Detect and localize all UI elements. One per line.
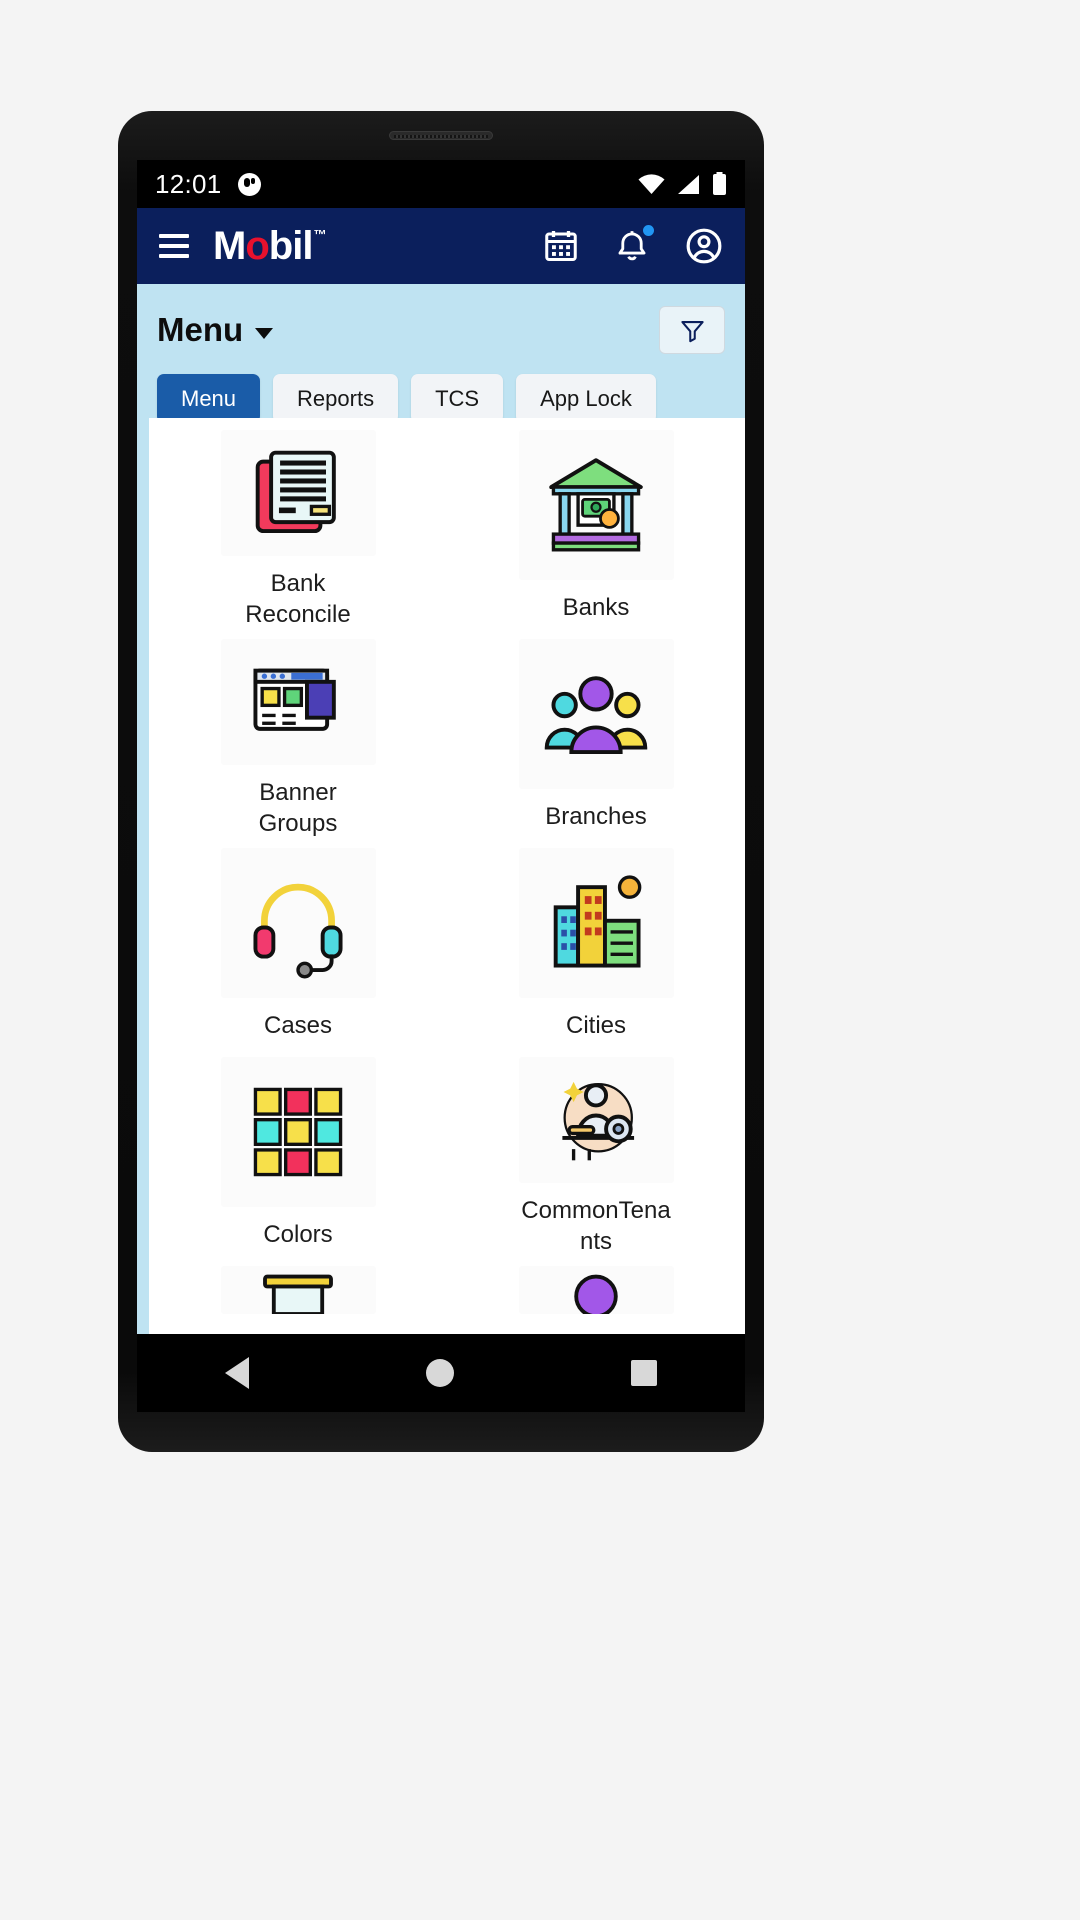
page-title: Menu	[157, 311, 244, 348]
brand-logo-mobil: Mo bil ™	[213, 223, 326, 269]
hamburger-menu-icon[interactable]	[159, 234, 189, 258]
banner-groups-icon	[220, 639, 376, 765]
filter-funnel-icon	[680, 320, 704, 342]
subheader-top-row: Menu	[157, 306, 725, 354]
subheader: Menu Menu Reports TCS App Lock	[137, 284, 745, 423]
status-bar-left-icons	[237, 172, 261, 196]
menu-item-partial-9[interactable]	[447, 1258, 745, 1318]
menu-item-label: Cases	[263, 1012, 333, 1039]
notification-badge	[642, 224, 655, 237]
menu-grid-scroll-area[interactable]: Bank Reconcile Banks Banner Groups Branc…	[137, 418, 745, 1334]
recents-square-icon[interactable]	[630, 1360, 657, 1386]
wifi-icon	[638, 173, 665, 194]
menu-grid: Bank Reconcile Banks Banner Groups Branc…	[149, 418, 745, 1334]
brand-part-2: bil	[268, 223, 314, 268]
brand-accent-o: o	[245, 223, 269, 268]
menu-item-partial-8[interactable]	[149, 1258, 447, 1318]
status-bar-right-icons	[638, 172, 727, 196]
tab-row: Menu Reports TCS App Lock	[157, 374, 725, 423]
tab-tcs[interactable]: TCS	[411, 374, 504, 423]
owl-notification-icon	[237, 172, 261, 196]
colors-palette-grid-icon	[220, 1057, 376, 1207]
status-bar: 12:01	[137, 160, 745, 208]
earpiece-speaker	[389, 131, 493, 140]
menu-item-commontenants[interactable]: CommonTenants	[447, 1049, 745, 1258]
trademark-symbol: ™	[313, 226, 326, 242]
menu-item-label: CommonTenants	[521, 1196, 671, 1256]
home-circle-icon[interactable]	[425, 1359, 454, 1387]
menu-item-label: Cities	[565, 1012, 626, 1039]
partial-row-icon-left	[220, 1266, 376, 1314]
menu-item-banks[interactable]: Banks	[447, 422, 745, 631]
status-bar-clock: 12:01	[155, 168, 222, 199]
menu-item-label: Banner Groups	[258, 778, 338, 838]
android-nav-bar	[137, 1334, 745, 1412]
chevron-down-icon	[255, 327, 274, 339]
page-title-dropdown[interactable]: Menu	[157, 311, 274, 349]
cities-buildings-icon	[518, 848, 674, 998]
common-tenants-icon	[518, 1057, 674, 1183]
menu-item-banner-groups[interactable]: Banner Groups	[149, 631, 447, 840]
menu-item-label: Colors	[263, 1221, 333, 1248]
menu-item-label: Bank Reconcile	[245, 569, 351, 629]
cellular-signal-icon	[678, 174, 699, 194]
partial-row-icon-right	[518, 1266, 674, 1314]
cases-headset-icon	[220, 848, 376, 998]
branches-people-icon	[518, 639, 674, 789]
back-triangle-icon[interactable]	[225, 1357, 250, 1389]
notifications-bell-icon[interactable]	[615, 224, 655, 264]
menu-item-branches[interactable]: Branches	[447, 631, 745, 840]
brand-part-1: M	[213, 223, 246, 268]
menu-item-label: Branches	[545, 803, 647, 830]
bank-reconcile-icon	[220, 430, 376, 556]
battery-icon	[713, 172, 726, 195]
tab-menu[interactable]: Menu	[157, 374, 261, 423]
menu-item-bank-reconcile[interactable]: Bank Reconcile	[149, 422, 447, 631]
menu-item-label: Banks	[562, 594, 630, 621]
tab-reports[interactable]: Reports	[273, 374, 399, 423]
bank-building-icon	[518, 430, 674, 580]
menu-item-cities[interactable]: Cities	[447, 840, 745, 1049]
user-account-icon[interactable]	[685, 227, 723, 265]
menu-item-cases[interactable]: Cases	[149, 840, 447, 1049]
app-bar: Mo bil ™	[137, 208, 745, 284]
app-bar-actions	[543, 224, 723, 265]
menu-item-colors[interactable]: Colors	[149, 1049, 447, 1258]
calendar-icon[interactable]	[543, 228, 579, 264]
tab-app-lock[interactable]: App Lock	[516, 374, 656, 423]
filter-button[interactable]	[659, 306, 725, 354]
